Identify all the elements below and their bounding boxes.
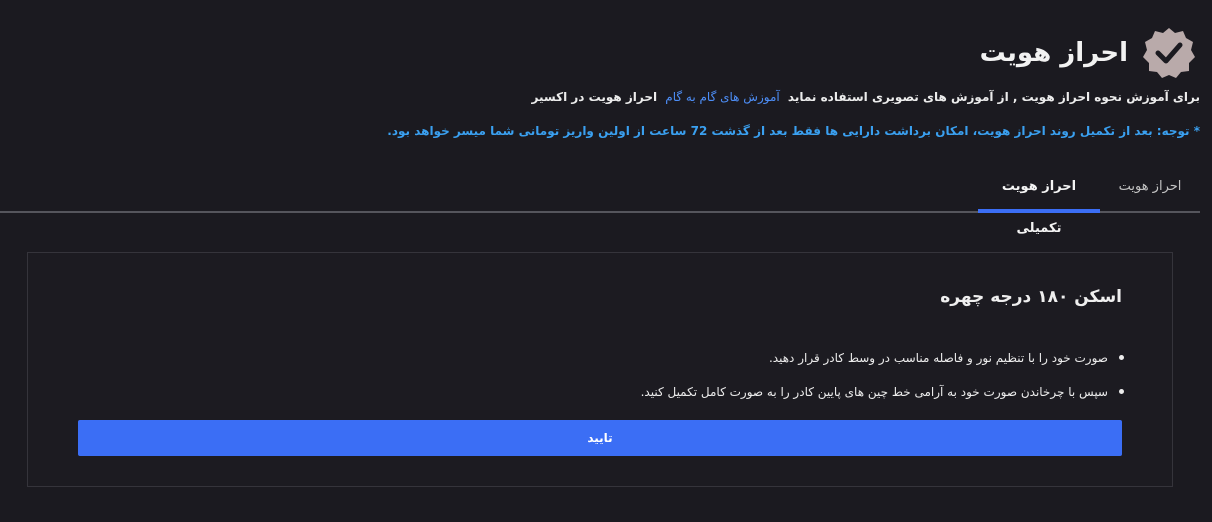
tab-bar: احراز هویت احراز هویت تکمیلی (0, 166, 1200, 236)
tab-advanced-kyc[interactable]: احراز هویت تکمیلی (978, 166, 1100, 236)
face-scan-card: اسکن ۱۸۰ درجه چهره صورت خود را با تنظیم … (27, 252, 1173, 487)
instruction-list: صورت خود را با تنظیم نور و فاصله مناسب د… (641, 349, 1125, 417)
confirm-button[interactable]: تایید (78, 420, 1122, 456)
tutorial-link[interactable]: آموزش های گام به گام (665, 90, 779, 104)
page-title: احراز هویت (979, 38, 1128, 68)
intro-text: برای آموزش نحوه احراز هویت , از آموزش ها… (532, 90, 1200, 104)
verified-badge-icon (1143, 28, 1195, 78)
notice-text: * توجه: بعد از تکمیل روند احراز هویت، ام… (387, 124, 1200, 138)
intro-suffix: احراز هویت در اکسیر (531, 90, 658, 104)
intro-description: برای آموزش نحوه احراز هویت , از آموزش ها… (787, 90, 1200, 104)
card-title: اسکن ۱۸۰ درجه چهره (940, 287, 1122, 307)
list-item: صورت خود را با تنظیم نور و فاصله مناسب د… (641, 349, 1125, 383)
page-header: احراز هویت (980, 26, 1196, 80)
list-item: سپس با چرخاندن صورت خود به آرامی خط چین … (641, 383, 1125, 417)
tab-kyc[interactable]: احراز هویت (1100, 166, 1200, 211)
